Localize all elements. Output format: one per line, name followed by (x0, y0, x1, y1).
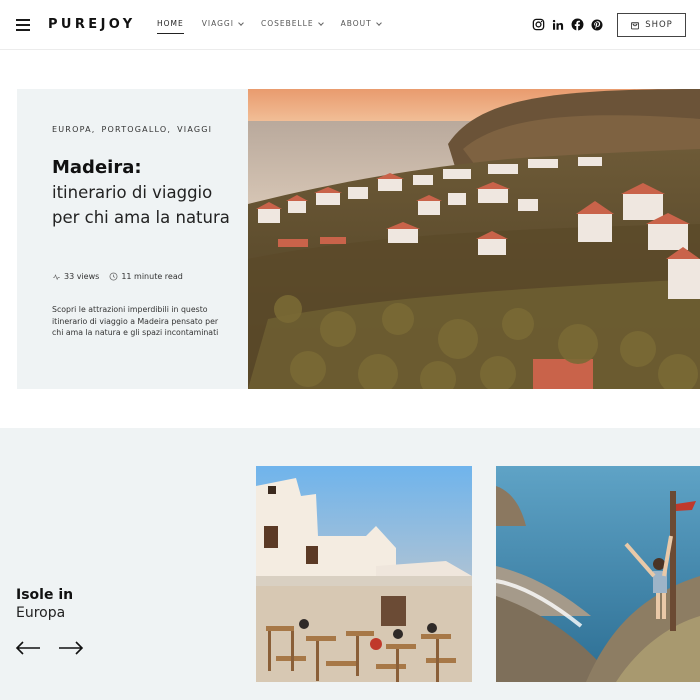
post-excerpt: Scopri le attrazioni imperdibili in ques… (52, 305, 219, 337)
category-link-europa[interactable]: EUROPA, (52, 125, 96, 134)
views-count: 33 views (64, 272, 100, 281)
instagram-icon[interactable] (532, 18, 545, 31)
nav-item-about[interactable]: ABOUT (340, 19, 382, 34)
nav-label: HOME (157, 19, 184, 28)
section-title: Isole in (16, 587, 74, 603)
post-meta: 33 views 11 minute read (52, 272, 183, 281)
site-logo[interactable]: PUREJOY (48, 17, 136, 32)
chevron-down-icon (375, 19, 382, 26)
menu-icon[interactable] (16, 19, 30, 31)
nav-label: ABOUT (340, 19, 372, 28)
shop-button[interactable]: SHOP (617, 13, 686, 37)
featured-post-image[interactable] (248, 89, 700, 389)
nav-label: VIAGGI (201, 19, 234, 28)
post-categories: EUROPA, PORTOGALLO, VIAGGI (52, 125, 212, 134)
post-card-image[interactable] (256, 466, 472, 682)
post-title[interactable]: Madeira: (52, 157, 142, 178)
arrow-left-icon[interactable] (15, 640, 41, 656)
clock-icon (109, 272, 118, 281)
post-subtitle[interactable]: itinerario di viaggio per chi ama la nat… (52, 181, 242, 230)
nav-item-cosebelle[interactable]: COSEBELLE (260, 19, 324, 34)
facebook-icon[interactable] (571, 18, 584, 31)
chevron-down-icon (238, 19, 244, 26)
site-header: PUREJOY HOME VIAGGI COSEBELLE ABOUT SHOP (0, 0, 700, 50)
views-meta: 33 views (52, 272, 99, 281)
category-link-portogallo[interactable]: PORTOGALLO, (102, 125, 172, 134)
nav-item-viaggi[interactable]: VIAGGI (201, 19, 244, 34)
shop-label: SHOP (645, 20, 673, 30)
featured-post-panel (17, 89, 248, 389)
pinterest-icon[interactable] (591, 19, 603, 31)
read-time: 11 minute read (121, 272, 183, 281)
section-subtitle: Europa (16, 605, 66, 621)
shopping-bag-icon (631, 22, 640, 30)
nav-label: COSEBELLE (260, 19, 314, 28)
main-nav: HOME VIAGGI COSEBELLE ABOUT (157, 19, 382, 34)
social-links (532, 18, 603, 31)
nav-item-home[interactable]: HOME (157, 19, 184, 34)
arrow-right-icon[interactable] (58, 640, 84, 656)
read-time-meta: 11 minute read (109, 272, 183, 281)
linkedin-icon[interactable] (552, 19, 564, 31)
post-card-image[interactable] (496, 466, 700, 682)
category-link-viaggi[interactable]: VIAGGI (177, 125, 212, 134)
chevron-down-icon (317, 19, 324, 26)
activity-icon (53, 273, 60, 280)
